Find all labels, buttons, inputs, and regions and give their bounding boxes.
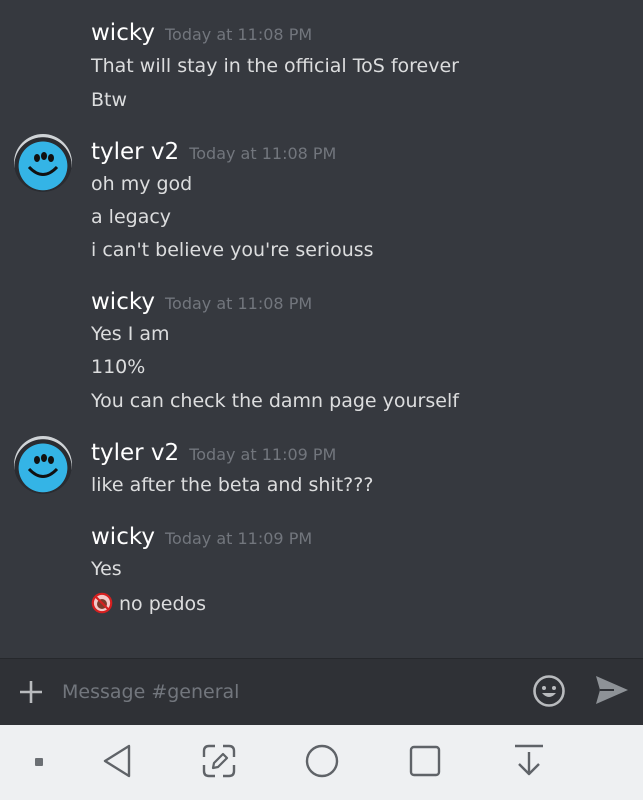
author-name[interactable]: tyler v2 <box>91 139 179 165</box>
message-header: wicky Today at 11:08 PM <box>91 289 312 315</box>
message-text[interactable]: Yes <box>91 558 122 580</box>
message-text[interactable]: That will stay in the official ToS forev… <box>91 55 459 77</box>
avatar[interactable] <box>14 436 72 494</box>
edit-screenshot-icon[interactable] <box>201 743 237 779</box>
message-timestamp: Today at 11:08 PM <box>164 25 313 44</box>
message-text[interactable]: i can't believe you're seriouss <box>91 239 374 261</box>
message-timestamp: Today at 11:09 PM <box>164 529 313 548</box>
chat-messages: wicky Today at 11:08 PM That will stay i… <box>0 0 643 658</box>
recents-square-icon[interactable] <box>408 744 442 778</box>
android-navigation-bar <box>0 725 643 800</box>
message-header: wicky Today at 11:09 PM <box>91 524 312 550</box>
message-text[interactable]: You can check the damn page yourself <box>91 390 459 412</box>
message-input[interactable] <box>62 677 462 707</box>
no-entry-emoji-icon <box>91 592 113 614</box>
author-name[interactable]: wicky <box>91 20 155 46</box>
message-header: wicky Today at 11:08 PM <box>91 20 312 46</box>
message-text[interactable]: 110% <box>91 356 145 378</box>
back-triangle-icon[interactable] <box>100 743 134 779</box>
message-text[interactable]: Btw <box>91 89 127 111</box>
message-text[interactable]: Yes I am <box>91 323 170 345</box>
plus-icon[interactable] <box>18 679 44 705</box>
message-timestamp: Today at 11:08 PM <box>189 144 337 163</box>
message-text[interactable]: like after the beta and shit??? <box>91 474 373 496</box>
smiley-icon[interactable] <box>532 674 566 708</box>
smiley-avatar-icon <box>27 152 59 176</box>
message-text[interactable]: a legacy <box>91 206 171 228</box>
author-name[interactable]: wicky <box>91 289 155 315</box>
message-header: tyler v2 Today at 11:09 PM <box>91 440 336 466</box>
message-timestamp: Today at 11:09 PM <box>189 445 337 464</box>
message-header: tyler v2 Today at 11:08 PM <box>91 139 336 165</box>
author-name[interactable]: tyler v2 <box>91 440 179 466</box>
notification-pull-icon[interactable] <box>512 743 546 779</box>
author-name[interactable]: wicky <box>91 524 155 550</box>
message-with-emoji[interactable]: no pedos <box>91 592 206 615</box>
message-text: no pedos <box>119 593 207 615</box>
send-icon[interactable] <box>594 674 630 706</box>
smiley-avatar-icon <box>27 454 59 478</box>
avatar[interactable] <box>14 134 72 192</box>
message-text[interactable]: oh my god <box>91 173 192 195</box>
home-circle-icon[interactable] <box>304 743 340 779</box>
message-timestamp: Today at 11:08 PM <box>164 294 313 313</box>
dot-icon[interactable] <box>34 757 44 767</box>
